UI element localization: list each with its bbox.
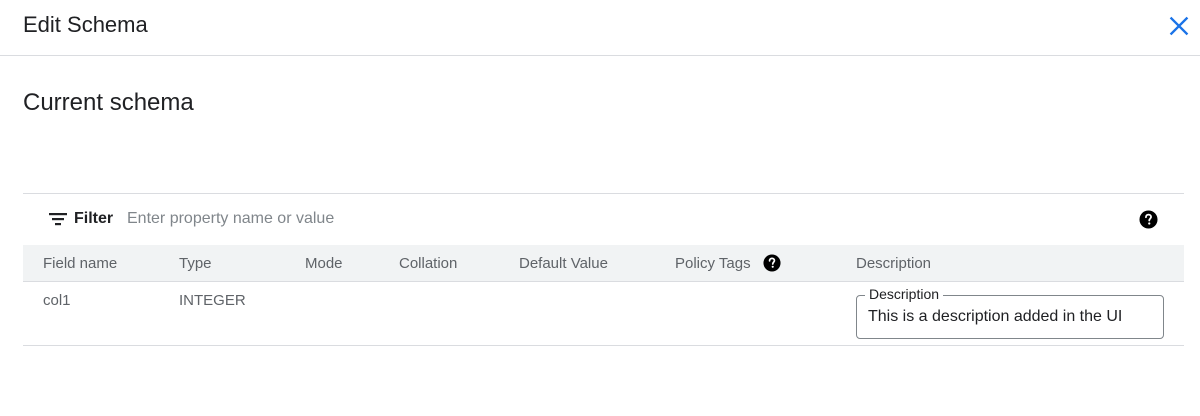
dialog-title: Edit Schema — [23, 12, 148, 37]
column-header-collation[interactable]: Collation — [399, 255, 457, 272]
column-header-mode[interactable]: Mode — [305, 255, 343, 272]
filter-bar: Filter — [23, 193, 1184, 246]
policy-tags-help-icon[interactable] — [763, 254, 781, 272]
column-header-type[interactable]: Type — [179, 255, 212, 272]
close-icon[interactable] — [1166, 13, 1192, 39]
type-cell: INTEGER — [179, 292, 246, 309]
help-icon[interactable] — [1139, 210, 1158, 229]
column-header-default-value[interactable]: Default Value — [519, 255, 608, 272]
dialog-header: Edit Schema — [0, 0, 1200, 56]
section-title: Current schema — [23, 89, 194, 116]
column-header-field-name[interactable]: Field name — [43, 255, 117, 272]
schema-table: Field name Type Mode Collation Default V… — [23, 245, 1184, 346]
column-header-policy-tags[interactable]: Policy Tags — [675, 255, 751, 272]
filter-input[interactable] — [127, 207, 1107, 231]
filter-label[interactable]: Filter — [74, 210, 113, 228]
field-name-cell: col1 — [43, 292, 71, 309]
filter-list-icon[interactable] — [49, 212, 67, 226]
description-field-label: Description — [865, 286, 944, 302]
description-field[interactable]: Description — [856, 286, 1164, 339]
column-header-description[interactable]: Description — [856, 255, 931, 272]
table-row: col1 INTEGER Description — [23, 282, 1184, 346]
description-input[interactable] — [868, 306, 1153, 328]
table-header-row: Field name Type Mode Collation Default V… — [23, 245, 1184, 282]
